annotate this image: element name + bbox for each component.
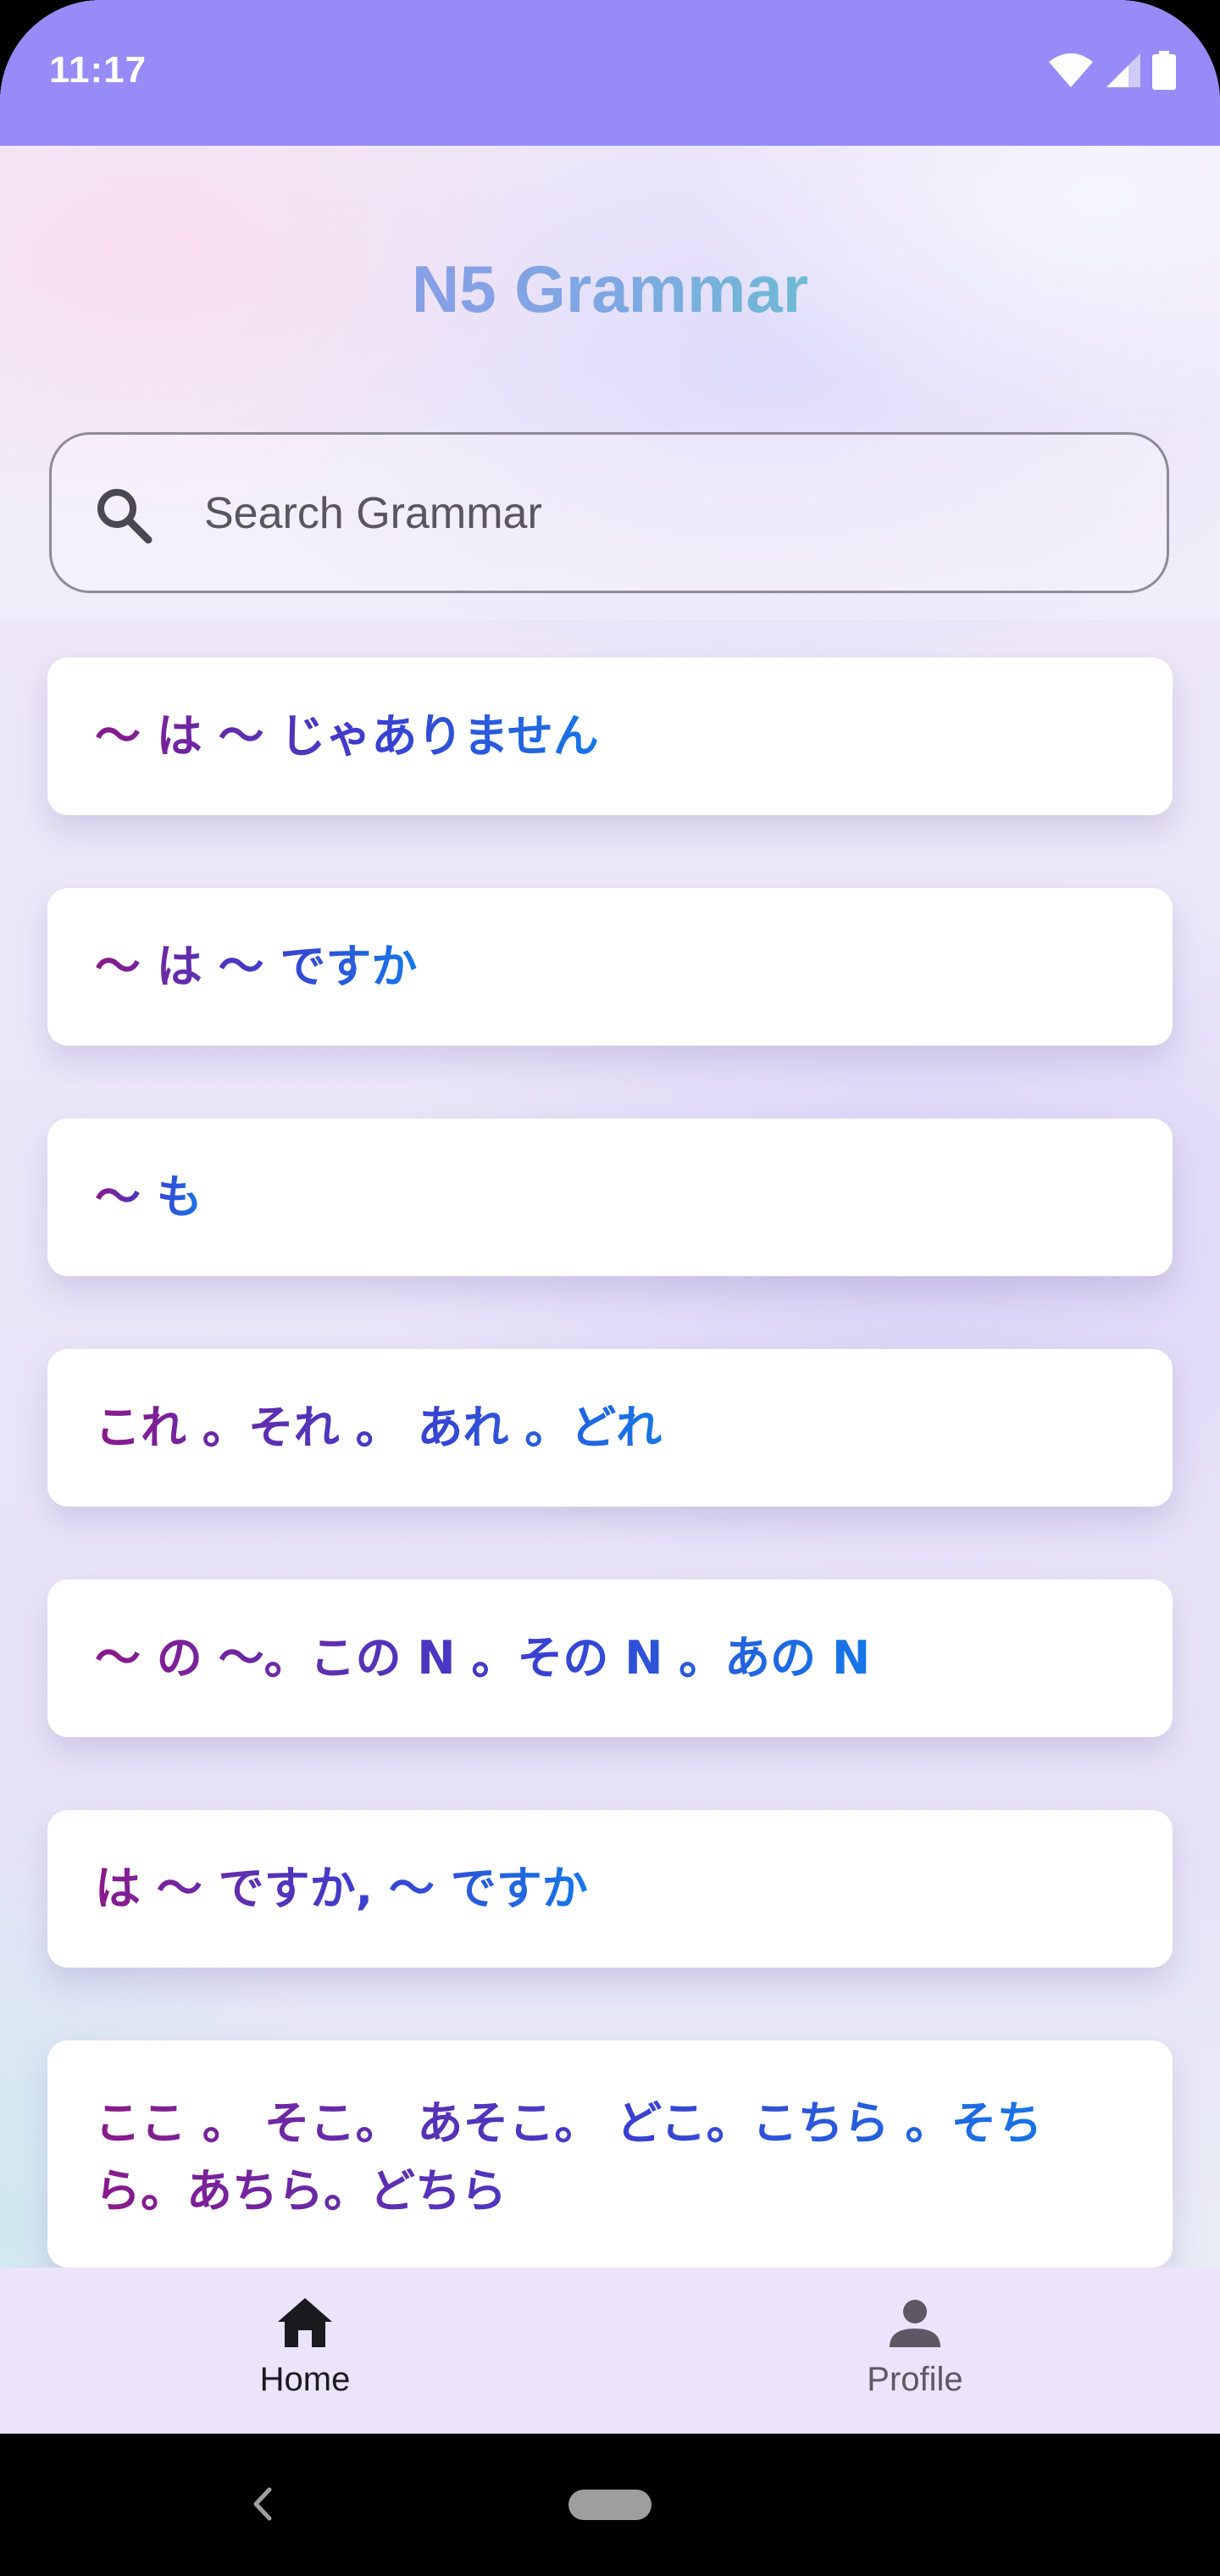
grammar-card-text: ここ 。 そこ。 あそこ。 どこ。こちら 。そちら。あちら。どちら: [95, 2090, 1061, 2225]
nav-home[interactable]: Home: [178, 2291, 432, 2399]
grammar-card[interactable]: 〜 も: [47, 1119, 1173, 1276]
cellular-signal-icon: [1106, 53, 1140, 87]
grammar-card[interactable]: 〜 は 〜 じゃありません: [47, 658, 1173, 815]
home-icon: [278, 2298, 332, 2347]
system-navigation-bar: [0, 2434, 1220, 2576]
grammar-card[interactable]: これ 。それ 。 あれ 。どれ: [47, 1349, 1173, 1507]
grammar-card-text: 〜 の 〜。この N 。その N 。あの N: [95, 1624, 870, 1692]
nav-profile-label: Profile: [867, 2361, 963, 2398]
grammar-card[interactable]: ここ 。 そこ。 あそこ。 どこ。こちら 。そちら。あちら。どちら: [47, 2040, 1173, 2268]
person-icon: [890, 2300, 940, 2347]
grammar-card[interactable]: 〜 は 〜 ですか: [47, 888, 1173, 1046]
search-box[interactable]: [49, 432, 1169, 593]
search-input[interactable]: [202, 435, 1121, 592]
back-icon[interactable]: [246, 2483, 280, 2525]
nav-profile[interactable]: Profile: [788, 2291, 1042, 2399]
wifi-icon: [1049, 53, 1093, 87]
grammar-card[interactable]: は 〜 ですか, 〜 ですか: [47, 1810, 1173, 1968]
grammar-card-text: 〜 も: [95, 1163, 202, 1231]
home-gesture-pill[interactable]: [568, 2490, 652, 2520]
grammar-card-text: これ 。それ 。 あれ 。どれ: [95, 1394, 662, 1462]
status-icons: [1047, 51, 1176, 90]
battery-icon: [1152, 51, 1176, 90]
status-time: 11:17: [49, 49, 147, 91]
phone-screen: 11:17 N5 Grammar 〜 は 〜 じゃありません 〜 は 〜: [0, 0, 1220, 2576]
search-icon: [97, 489, 152, 544]
grammar-card-text: は 〜 ですか, 〜 ですか: [95, 1855, 588, 1923]
status-bar: 11:17: [0, 0, 1220, 146]
grammar-card[interactable]: 〜 の 〜。この N 。その N 。あの N: [47, 1579, 1173, 1737]
grammar-card-text: 〜 は 〜 じゃありません: [95, 702, 599, 770]
nav-home-label: Home: [259, 2361, 351, 2398]
grammar-card-text: 〜 は 〜 ですか: [95, 933, 417, 1001]
bottom-navigation: Home Profile: [0, 2268, 1220, 2434]
page-title: N5 Grammar: [0, 251, 1220, 328]
